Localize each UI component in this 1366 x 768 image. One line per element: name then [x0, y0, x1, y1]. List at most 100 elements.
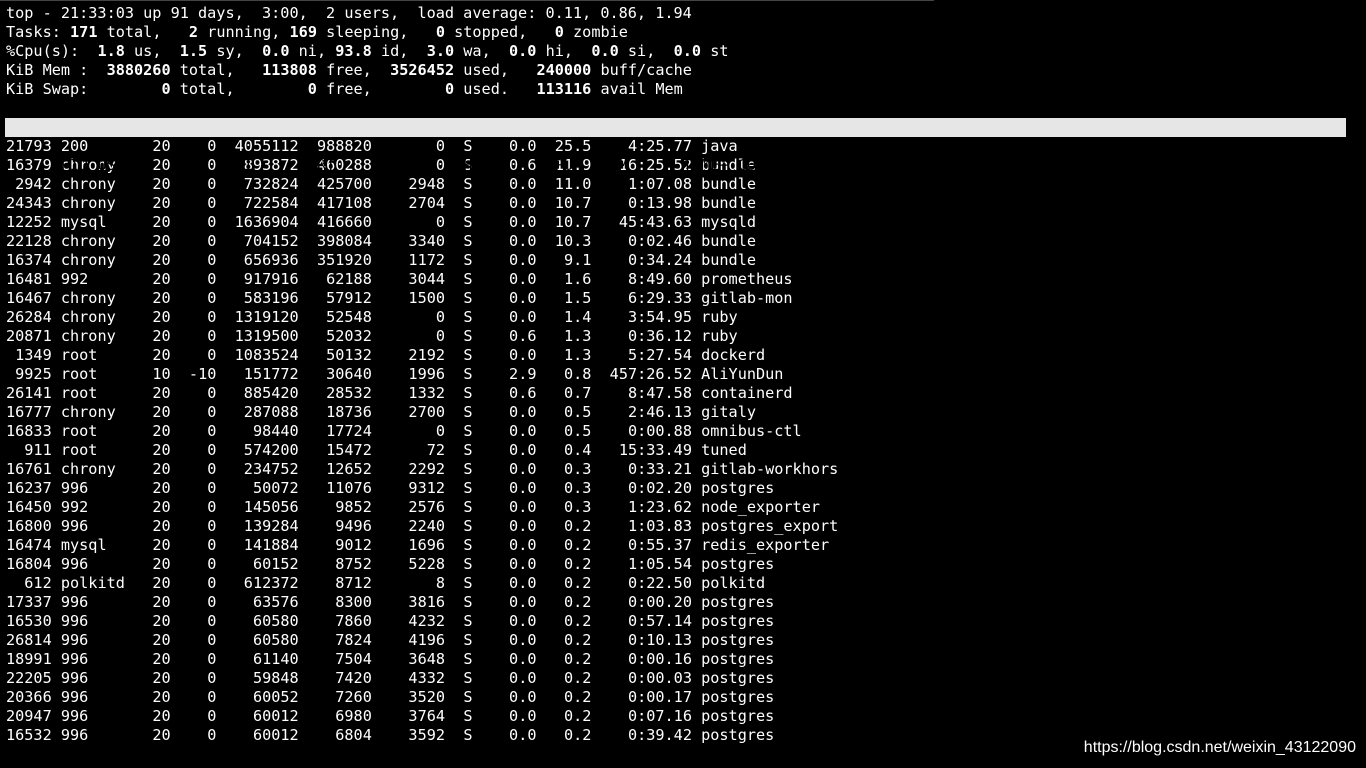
cell-time: 0:00.88 — [600, 422, 692, 440]
process-table-header: PID USER PR NI VIRT RES SHR S %CPU %MEM … — [5, 118, 1346, 174]
cell-command: postgres — [701, 707, 775, 725]
cell-ni: 0 — [179, 384, 217, 402]
cell-cpu: 0.0 — [481, 460, 537, 478]
cell-user: chrony — [60, 251, 135, 269]
cell-command: ruby — [701, 308, 738, 326]
cell-user: 996 — [60, 688, 135, 706]
cell-pr: 20 — [143, 498, 171, 516]
cell-time: 2:46.13 — [600, 403, 692, 421]
cell-res: 6980 — [307, 707, 372, 725]
cell-ni: 0 — [179, 289, 217, 307]
cell-state: S — [454, 308, 473, 326]
cell-user: chrony — [60, 327, 135, 345]
cell-res: 398084 — [307, 232, 372, 250]
cell-res: 52032 — [307, 327, 372, 345]
cell-shr: 0 — [381, 422, 446, 440]
cell-ni: 0 — [179, 688, 217, 706]
table-row: 18991 996 20 0 61140 7504 3648 S 0.0 0.2… — [6, 650, 838, 669]
cell-command: node_exporter — [701, 498, 820, 516]
cell-mem: 10.3 — [545, 232, 592, 250]
watermark: https://blog.csdn.net/weixin_43122090 — [1083, 739, 1356, 756]
cell-time: 0:02.20 — [600, 479, 692, 497]
mem-used-suffix: used, — [454, 61, 509, 79]
header-shr: SHR — [417, 156, 482, 174]
cell-user: root — [60, 441, 135, 459]
cell-time: 4:25.77 — [600, 137, 692, 155]
cell-time: 0:00.16 — [600, 650, 692, 668]
cell-res: 57912 — [307, 289, 372, 307]
cell-command: bundle — [701, 251, 756, 269]
cell-mem: 9.1 — [545, 251, 592, 269]
mem-line: KiB Mem : 3880260 total, 113808 free, 35… — [6, 61, 838, 80]
cell-virt: 60012 — [225, 726, 299, 744]
cpu-wa-suffix: wa, — [454, 42, 491, 60]
cell-cpu: 0.0 — [481, 726, 537, 744]
cell-time: 0:55.37 — [600, 536, 692, 554]
cell-mem: 0.5 — [545, 422, 592, 440]
cell-pid: 16777 — [6, 403, 52, 421]
swap-label: KiB Swap: — [6, 80, 89, 98]
cell-time: 0:00.03 — [600, 669, 692, 687]
cell-command: postgres — [701, 612, 775, 630]
cell-pid: 16530 — [6, 612, 52, 630]
cell-cpu: 0.0 — [481, 403, 537, 421]
cell-ni: 0 — [179, 631, 217, 649]
cpu-st: 0.0 — [673, 42, 702, 60]
cpu-ni: 0.0 — [262, 42, 290, 60]
cell-cpu: 0.0 — [481, 593, 537, 611]
cell-command: gitaly — [701, 403, 756, 421]
cell-mem: 0.2 — [545, 669, 592, 687]
cell-virt: 141884 — [225, 536, 299, 554]
cell-user: mysql — [60, 213, 135, 231]
table-row: 16532 996 20 0 60012 6804 3592 S 0.0 0.2… — [6, 726, 838, 745]
cell-time: 8:47.58 — [600, 384, 692, 402]
swap-free-suffix: free, — [316, 80, 372, 98]
cell-shr: 3044 — [381, 270, 446, 288]
cell-virt: 4055112 — [225, 137, 299, 155]
tasks-zombie-suffix: zombie — [563, 23, 628, 41]
cell-cpu: 0.0 — [481, 251, 537, 269]
cell-ni: 0 — [179, 574, 217, 592]
table-row: 16804 996 20 0 60152 8752 5228 S 0.0 0.2… — [6, 555, 838, 574]
cell-cpu: 0.6 — [481, 384, 537, 402]
cell-virt: 60052 — [225, 688, 299, 706]
terminal-output: top - 21:33:03 up 91 days, 3:00, 2 users… — [5, 4, 1346, 745]
cell-state: S — [454, 213, 473, 231]
cell-virt: 60580 — [225, 612, 299, 630]
cell-virt: 1636904 — [225, 213, 299, 231]
cpu-si: 0.0 — [591, 42, 619, 60]
cell-pid: 26141 — [6, 384, 52, 402]
cell-user: root — [60, 365, 135, 383]
cell-res: 8712 — [307, 574, 372, 592]
cell-cpu: 2.9 — [481, 365, 537, 383]
cell-res: 30640 — [307, 365, 372, 383]
swap-used-suffix: used. — [454, 80, 509, 98]
cell-state: S — [454, 688, 473, 706]
cell-command: gitlab-mon — [701, 289, 793, 307]
cell-res: 7824 — [307, 631, 372, 649]
cell-virt: 704152 — [225, 232, 299, 250]
table-row: 24343 chrony 20 0 722584 417108 2704 S 0… — [6, 194, 838, 213]
cpu-id-suffix: id, — [371, 42, 409, 60]
cell-mem: 0.8 — [545, 365, 592, 383]
cell-pid: 18991 — [6, 650, 52, 668]
cell-virt: 722584 — [225, 194, 299, 212]
cell-state: S — [454, 479, 473, 497]
cell-shr: 72 — [381, 441, 446, 459]
cell-time: 1:07.08 — [600, 175, 692, 193]
cell-cpu: 0.0 — [481, 270, 537, 288]
cell-pid: 16833 — [6, 422, 52, 440]
header-user: USER — [97, 156, 171, 174]
cell-time: 0:39.42 — [600, 726, 692, 744]
cell-state: S — [454, 536, 473, 554]
header-pid: PID — [42, 156, 89, 174]
cell-state: S — [454, 327, 473, 345]
swap-avail-suffix: avail Mem — [591, 80, 683, 98]
cell-mem: 0.3 — [545, 460, 592, 478]
table-row: 16833 root 20 0 98440 17724 0 S 0.0 0.5 … — [6, 422, 838, 441]
cell-pid: 612 — [6, 574, 52, 592]
cell-res: 7504 — [307, 650, 372, 668]
cell-time: 0:34.24 — [600, 251, 692, 269]
cell-res: 9012 — [307, 536, 372, 554]
cell-pid: 16474 — [6, 536, 52, 554]
